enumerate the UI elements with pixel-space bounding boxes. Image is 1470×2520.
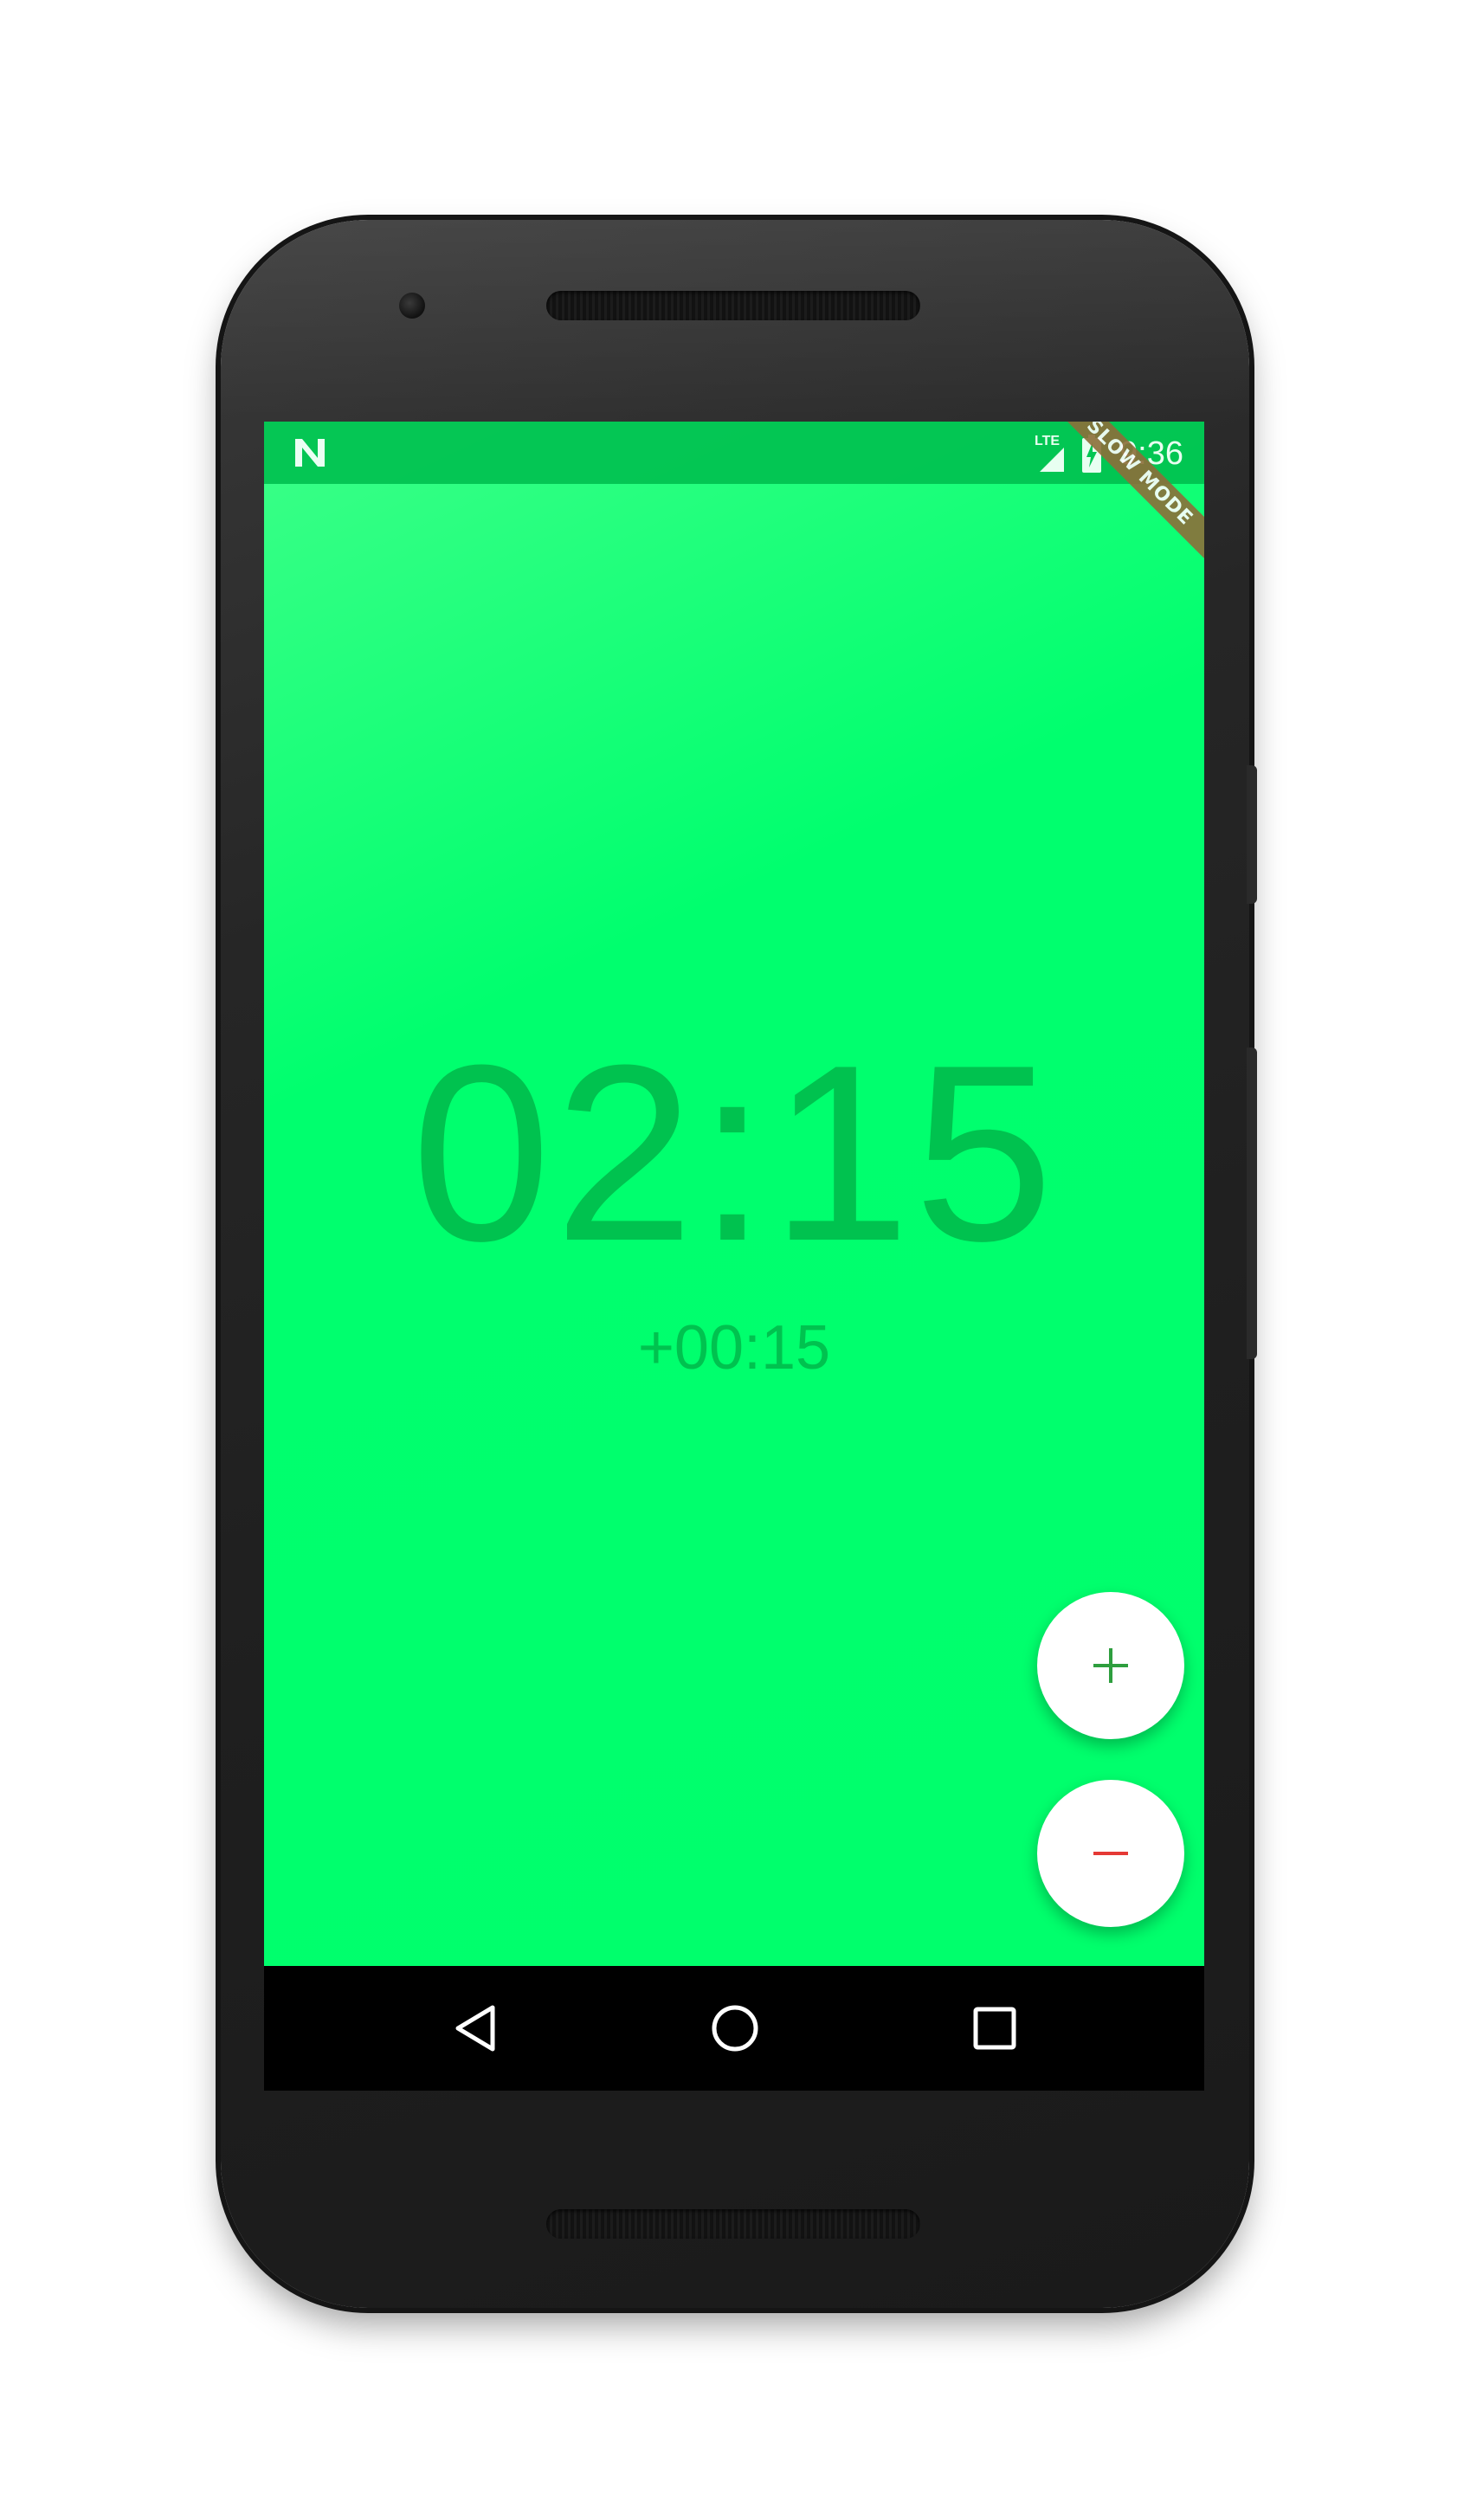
- minus-icon: [1093, 1852, 1128, 1855]
- home-button[interactable]: [711, 2004, 759, 2053]
- battery-charging-icon: [1081, 435, 1102, 473]
- timer-display: 02:15: [411, 1013, 1057, 1293]
- navigation-bar: [264, 1966, 1204, 2091]
- bottom-speaker: [546, 2209, 920, 2239]
- front-camera: [399, 293, 425, 319]
- status-clock: 9:36: [1119, 435, 1183, 472]
- status-bar: LTE 9:36: [264, 422, 1204, 484]
- top-speaker: [546, 291, 920, 320]
- subtract-time-button[interactable]: [1037, 1780, 1184, 1927]
- timer-increment: +00:15: [637, 1313, 831, 1382]
- plus-icon: [1093, 1648, 1128, 1683]
- back-button[interactable]: [451, 2004, 500, 2053]
- power-button: [1247, 765, 1257, 904]
- lte-signal-icon: LTE: [1035, 434, 1067, 474]
- status-icons: LTE 9:36: [1035, 432, 1183, 475]
- recents-square-icon: [973, 2007, 1016, 2050]
- volume-button: [1247, 1047, 1257, 1359]
- app-screen: LTE 9:36 SLOW MODE 02:15 +00:15: [264, 422, 1204, 1966]
- back-triangle-icon: [455, 2005, 495, 2052]
- n-letter-icon: [292, 435, 328, 470]
- home-circle-icon: [712, 2005, 758, 2052]
- add-time-button[interactable]: [1037, 1592, 1184, 1739]
- recents-button[interactable]: [970, 2004, 1019, 2053]
